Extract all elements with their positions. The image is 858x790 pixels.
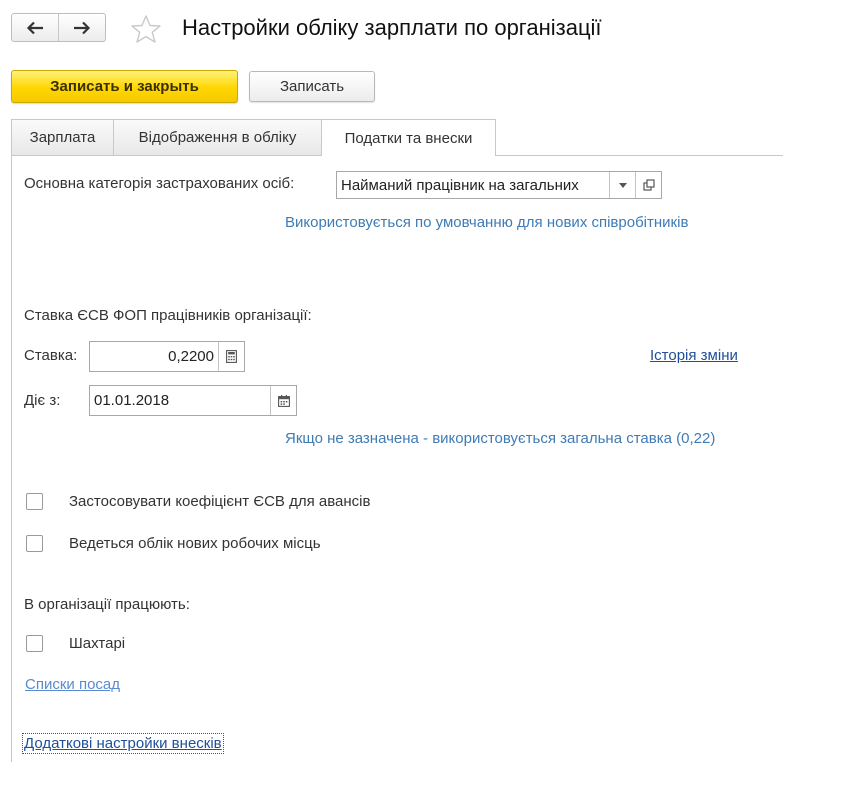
effective-date-label: Діє з: bbox=[24, 392, 61, 409]
additional-settings-link[interactable]: Додаткові настройки внесків bbox=[22, 733, 224, 754]
chevron-down-icon bbox=[618, 182, 627, 188]
miners-checkbox[interactable] bbox=[26, 635, 43, 652]
rate-hint: Якщо не зазначена - використовується заг… bbox=[285, 430, 716, 447]
esv-section-label: Ставка ЄСВ ФОП працівників організації: bbox=[24, 307, 312, 324]
insured-category-value: Найманий працівник на загальних bbox=[341, 176, 579, 194]
arrow-left-icon bbox=[26, 21, 43, 34]
dropdown-button[interactable] bbox=[609, 172, 635, 198]
rate-value: 0,2200 bbox=[168, 348, 214, 365]
page-title: Настройки обліку зарплати по організації bbox=[182, 15, 602, 40]
rate-input[interactable]: 0,2200 bbox=[89, 341, 245, 372]
workers-section-label: В організації працюють: bbox=[24, 596, 190, 613]
positions-list-link[interactable]: Списки посад bbox=[25, 676, 120, 693]
star-icon bbox=[131, 15, 161, 43]
arrow-right-icon bbox=[74, 21, 91, 34]
navigation-buttons bbox=[11, 13, 106, 42]
save-and-close-button[interactable]: Записать и закрыть bbox=[11, 70, 238, 103]
new-jobs-label: Ведеться облік нових робочих місць bbox=[69, 535, 321, 552]
forward-button[interactable] bbox=[58, 14, 105, 41]
calendar-icon bbox=[277, 394, 290, 407]
tab-accounting-display[interactable]: Відображення в обліку bbox=[113, 119, 322, 155]
miners-label: Шахтарі bbox=[69, 635, 126, 652]
esv-coefficient-checkbox[interactable] bbox=[26, 493, 43, 510]
open-button[interactable] bbox=[635, 172, 661, 198]
new-jobs-checkbox[interactable] bbox=[26, 535, 43, 552]
rate-label: Ставка: bbox=[24, 347, 78, 364]
rate-history-link[interactable]: Історія зміни bbox=[650, 347, 738, 364]
effective-date-value: 01.01.2018 bbox=[94, 392, 170, 409]
open-window-icon bbox=[642, 179, 655, 191]
effective-date-input[interactable]: 01.01.2018 bbox=[89, 385, 297, 416]
back-button[interactable] bbox=[12, 14, 58, 41]
save-button[interactable]: Записать bbox=[249, 71, 375, 102]
calculator-button[interactable] bbox=[218, 342, 244, 371]
panel-left-border bbox=[11, 155, 12, 762]
insured-category-label: Основна категорія застрахованих осіб: bbox=[24, 175, 295, 192]
esv-coefficient-label: Застосовувати коефіцієнт ЄСВ для авансів bbox=[69, 493, 371, 510]
insured-category-field[interactable]: Найманий працівник на загальних bbox=[336, 171, 662, 199]
insured-category-hint: Використовується по умовчанню для нових … bbox=[285, 214, 689, 231]
calculator-icon bbox=[226, 350, 237, 363]
calendar-button[interactable] bbox=[270, 386, 296, 415]
favorite-button[interactable] bbox=[130, 14, 162, 47]
tab-taxes-contributions[interactable]: Податки та внески bbox=[321, 119, 496, 156]
tab-salary[interactable]: Зарплата bbox=[11, 119, 114, 155]
